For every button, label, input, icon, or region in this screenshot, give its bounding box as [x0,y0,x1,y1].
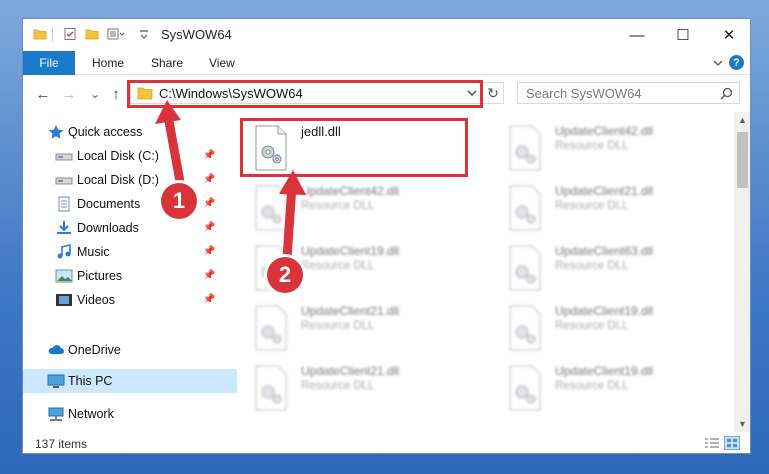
step-2-badge: 2 [267,257,303,293]
annotation-arrows [155,100,306,263]
step-1-badge: 1 [161,183,197,219]
